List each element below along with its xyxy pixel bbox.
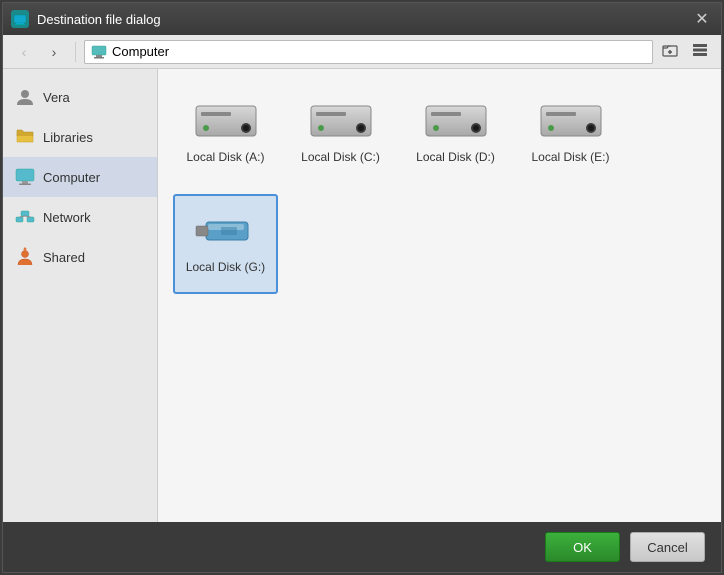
- disk-d-label: Local Disk (D:): [416, 150, 495, 164]
- shared-icon: [15, 247, 35, 267]
- disk-g-label: Local Disk (G:): [186, 260, 265, 274]
- sidebar-item-network[interactable]: Network: [3, 197, 157, 237]
- toolbar: ‹ › Computer: [3, 35, 721, 69]
- destination-file-dialog: Destination file dialog ✕ ‹ › Computer: [2, 2, 722, 573]
- disk-a-icon: [191, 94, 261, 144]
- forward-icon: ›: [52, 44, 57, 60]
- list-item[interactable]: Local Disk (D:): [403, 84, 508, 184]
- footer: OK Cancel: [3, 522, 721, 572]
- cancel-button[interactable]: Cancel: [630, 532, 705, 562]
- separator: [75, 42, 76, 62]
- list-item[interactable]: Local Disk (A:): [173, 84, 278, 184]
- list-item[interactable]: Local Disk (C:): [288, 84, 393, 184]
- disk-c-icon: [306, 94, 376, 144]
- title-bar: Destination file dialog ✕: [3, 3, 721, 35]
- sidebar-item-shared-label: Shared: [43, 250, 85, 265]
- location-text: Computer: [112, 44, 169, 59]
- computer-icon: [15, 167, 35, 187]
- sidebar-item-vera-label: Vera: [43, 90, 70, 105]
- sidebar-item-libraries-label: Libraries: [43, 130, 93, 145]
- close-button[interactable]: ✕: [691, 8, 713, 30]
- new-folder-icon: [662, 42, 678, 61]
- forward-button[interactable]: ›: [41, 39, 67, 65]
- disk-d-icon: [421, 94, 491, 144]
- sidebar-item-computer-label: Computer: [43, 170, 100, 185]
- disk-e-icon: [536, 94, 606, 144]
- ok-button[interactable]: OK: [545, 532, 620, 562]
- location-computer-icon: [91, 44, 107, 60]
- sidebar-item-network-label: Network: [43, 210, 91, 225]
- location-bar: Computer: [84, 40, 653, 64]
- main-content: Vera Libraries: [3, 69, 721, 522]
- back-icon: ‹: [22, 44, 27, 60]
- vera-icon: [15, 87, 35, 107]
- dialog-title: Destination file dialog: [37, 12, 691, 27]
- back-button[interactable]: ‹: [11, 39, 37, 65]
- list-item[interactable]: Local Disk (G:): [173, 194, 278, 294]
- dialog-icon: [11, 10, 29, 28]
- file-area: Local Disk (A:): [158, 69, 721, 522]
- list-view-button[interactable]: [687, 39, 713, 65]
- network-icon: [15, 207, 35, 227]
- sidebar-item-computer[interactable]: Computer: [3, 157, 157, 197]
- sidebar-item-shared[interactable]: Shared: [3, 237, 157, 277]
- toolbar-right-actions: [657, 39, 713, 65]
- new-folder-button[interactable]: [657, 39, 683, 65]
- disk-e-label: Local Disk (E:): [531, 150, 609, 164]
- sidebar-item-libraries[interactable]: Libraries: [3, 117, 157, 157]
- list-view-icon: [692, 43, 708, 60]
- list-item[interactable]: Local Disk (E:): [518, 84, 623, 184]
- sidebar-item-vera[interactable]: Vera: [3, 77, 157, 117]
- sidebar: Vera Libraries: [3, 69, 158, 522]
- libraries-icon: [15, 127, 35, 147]
- disk-a-label: Local Disk (A:): [186, 150, 264, 164]
- disk-c-label: Local Disk (C:): [301, 150, 380, 164]
- disk-g-icon: [191, 204, 261, 254]
